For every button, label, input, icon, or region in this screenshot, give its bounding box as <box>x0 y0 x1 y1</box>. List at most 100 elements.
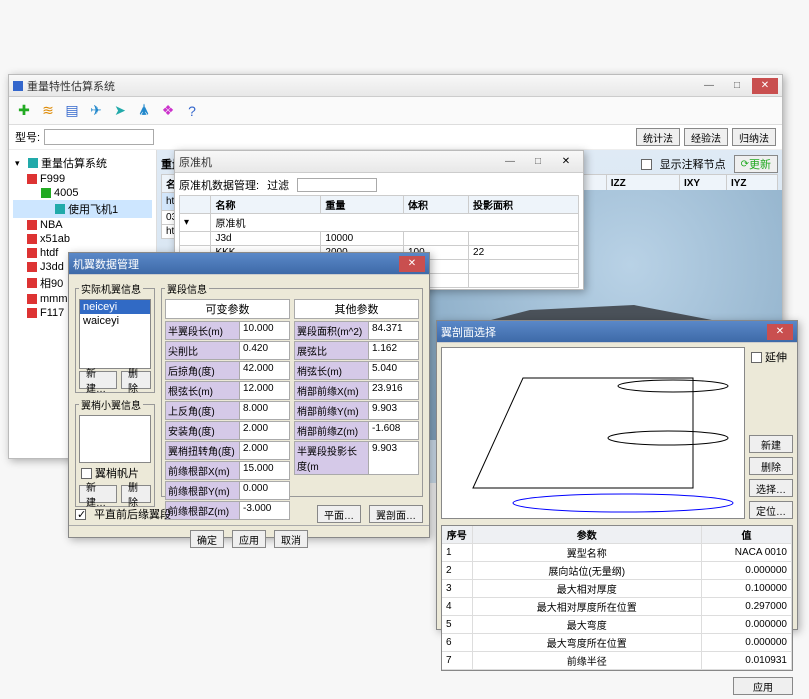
app-title: 重量特性估算系统 <box>27 78 115 94</box>
tree-item[interactable]: F999 <box>40 173 65 185</box>
table-row[interactable]: 7前缘半径0.010931 <box>442 652 792 670</box>
other-params: 其他参数 翼段面积(m^2)84.371展弦比1.162梢弦长(m)5.040梢… <box>294 299 419 493</box>
table-row[interactable]: 2展向站位(无量纲)0.000000 <box>442 562 792 580</box>
delete-button[interactable]: 删除 <box>749 457 793 475</box>
param-label: 翼梢扭转角(度) <box>165 441 240 460</box>
profile-button[interactable]: 翼剖面… <box>369 505 423 523</box>
variable-params: 可变参数 半翼段长(m)10.000尖削比0.420后掠角(度)42.000根弦… <box>165 299 290 493</box>
select-button[interactable]: 选择… <box>749 479 793 497</box>
param-value[interactable]: 10.000 <box>240 321 290 340</box>
plan-button[interactable]: 平面… <box>317 505 361 523</box>
help-icon[interactable]: ? <box>183 102 201 120</box>
table-row[interactable]: 3最大相对厚度0.100000 <box>442 580 792 598</box>
cancel-button[interactable]: 取消 <box>274 530 308 548</box>
segment-info-label: 翼段信息 <box>165 281 209 296</box>
param-value: 23.916 <box>369 381 419 400</box>
send-icon[interactable]: ➤ <box>111 102 129 120</box>
stats-btn-2[interactable]: 经验法 <box>684 128 728 146</box>
airfoil-canvas[interactable] <box>441 347 745 519</box>
model-input[interactable] <box>44 129 154 145</box>
param-label: 上反角(度) <box>165 401 240 420</box>
param-value: 1.162 <box>369 341 419 360</box>
param-value[interactable]: 8.000 <box>240 401 290 420</box>
tree-item[interactable]: NBA <box>40 219 63 231</box>
delete-button[interactable]: 删除 <box>121 485 151 503</box>
sub-section-label: 原准机数据管理: <box>179 177 259 193</box>
param-value: 5.040 <box>369 361 419 380</box>
close-icon[interactable]: ✕ <box>553 154 579 170</box>
param-value[interactable]: 0.000 <box>240 481 290 500</box>
tree-item[interactable]: htdf <box>40 247 58 259</box>
tree-item[interactable]: x51ab <box>40 233 70 245</box>
filter-input[interactable] <box>297 178 377 192</box>
airfoil-param-table[interactable]: 序号参数值 1翼型名称NACA 00102展向站位(无量纲)0.0000003最… <box>441 525 793 671</box>
tree-item[interactable]: J3dd <box>40 261 64 273</box>
tree-root[interactable]: 重量估算系统 <box>41 155 107 171</box>
param-label: 梢部前缘X(m) <box>294 381 369 400</box>
param-label: 后掠角(度) <box>165 361 240 380</box>
tree-item[interactable]: 4005 <box>54 187 78 199</box>
tree-item[interactable]: 使用飞机1 <box>68 201 118 217</box>
stats-btn-1[interactable]: 统计法 <box>636 128 680 146</box>
app-icon <box>13 81 23 91</box>
airfoil-select-dialog: 翼剖面选择 ✕ 延伸 新建 删除 选择… 定位… 序号参数值 1翼型名称NACA… <box>436 320 798 630</box>
list-item[interactable]: waiceyi <box>80 314 150 328</box>
ok-button[interactable]: 确定 <box>190 530 224 548</box>
layers-icon[interactable]: ≋ <box>39 102 57 120</box>
new-button[interactable]: 新建… <box>79 371 117 389</box>
param-value[interactable]: 2.000 <box>240 441 290 460</box>
show-comments-checkbox[interactable] <box>641 159 652 170</box>
param-label: 翼段面积(m^2) <box>294 321 369 340</box>
close-icon[interactable]: ✕ <box>399 256 425 272</box>
palette-icon[interactable]: ❖ <box>159 102 177 120</box>
table-row[interactable]: 6最大弯度所在位置0.000000 <box>442 634 792 652</box>
locate-button[interactable]: 定位… <box>749 501 793 519</box>
apply-button[interactable]: 应用 <box>733 677 793 695</box>
param-value[interactable]: 15.000 <box>240 461 290 480</box>
param-value: 9.903 <box>369 401 419 420</box>
param-value[interactable]: 2.000 <box>240 421 290 440</box>
doc-icon[interactable]: ▤ <box>63 102 81 120</box>
list-item[interactable]: neiceyi <box>80 300 150 314</box>
maximize-icon[interactable]: □ <box>525 154 551 170</box>
close-icon[interactable]: ✕ <box>752 78 778 94</box>
minimize-icon[interactable]: — <box>696 78 722 94</box>
winglet-checkbox[interactable] <box>81 468 92 479</box>
winglet-list[interactable] <box>79 415 151 463</box>
main-toolbar: ✚ ≋ ▤ ✈ ➤ 🛦 ❖ ? <box>9 97 782 125</box>
delete-button[interactable]: 删除 <box>121 371 151 389</box>
param-value: -1.608 <box>369 421 419 440</box>
param-label: 半翼段投影长度(m <box>294 441 369 475</box>
param-value[interactable]: 0.420 <box>240 341 290 360</box>
sub-title: 原准机 <box>179 154 212 170</box>
param-label: 前缘根部Y(m) <box>165 481 240 500</box>
table-row[interactable]: 5最大弯度0.000000 <box>442 616 792 634</box>
show-comments-label: 显示注释节点 <box>660 156 726 172</box>
new-button[interactable]: 新建… <box>79 485 117 503</box>
jet-icon[interactable]: 🛦 <box>135 102 153 120</box>
minimize-icon[interactable]: — <box>497 154 523 170</box>
tree-item[interactable]: 相90 <box>40 275 63 291</box>
param-value[interactable]: -3.000 <box>240 501 290 520</box>
plane-icon[interactable]: ✈ <box>87 102 105 120</box>
param-value[interactable]: 42.000 <box>240 361 290 380</box>
extend-checkbox[interactable] <box>751 352 762 363</box>
wing-list[interactable]: neiceyi waiceyi <box>79 299 151 369</box>
table-row[interactable]: 1翼型名称NACA 0010 <box>442 544 792 562</box>
new-button[interactable]: 新建 <box>749 435 793 453</box>
param-label: 展弦比 <box>294 341 369 360</box>
airfoil-dialog-title: 翼剖面选择 <box>441 324 496 340</box>
param-value[interactable]: 12.000 <box>240 381 290 400</box>
refresh-button[interactable]: ⟳ 更新 <box>734 155 778 173</box>
stats-btn-3[interactable]: 归纳法 <box>732 128 776 146</box>
param-label: 梢弦长(m) <box>294 361 369 380</box>
param-label: 安装角(度) <box>165 421 240 440</box>
close-icon[interactable]: ✕ <box>767 324 793 340</box>
plus-icon[interactable]: ✚ <box>15 102 33 120</box>
tree-item[interactable]: F117 <box>40 307 64 319</box>
param-label: 梢部前缘Z(m) <box>294 421 369 440</box>
maximize-icon[interactable]: □ <box>724 78 750 94</box>
apply-button[interactable]: 应用 <box>232 530 266 548</box>
flat-edge-checkbox[interactable]: ✓ <box>75 509 86 520</box>
table-row[interactable]: 4最大相对厚度所在位置0.297000 <box>442 598 792 616</box>
